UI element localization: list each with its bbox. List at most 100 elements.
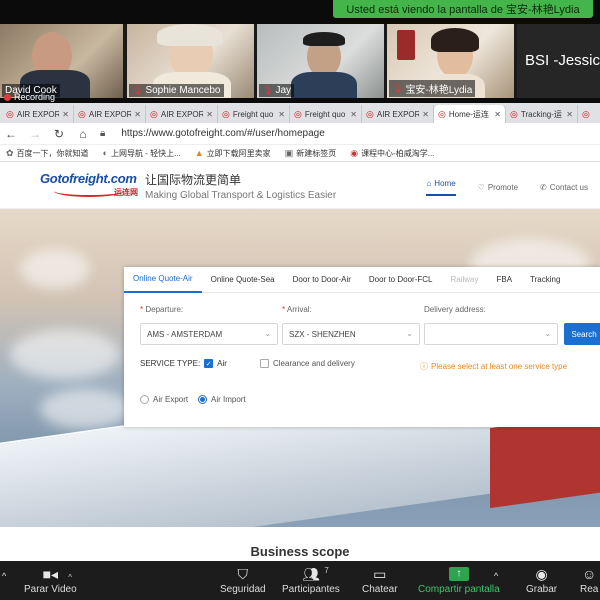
participants-icon: 👥︎ 7 — [302, 566, 329, 582]
video-camera-icon: ■◂ ^ — [43, 567, 72, 582]
quote-tab[interactable]: Tracking — [521, 267, 569, 293]
chevron-down-icon: ⌄ — [544, 329, 551, 338]
reactions-button[interactable]: ☺ Rea — [580, 567, 598, 595]
browser-tab[interactable]: ◎ Home-运连 ✕ — [434, 105, 506, 123]
caret-up-icon: ^ — [2, 571, 7, 581]
close-icon[interactable]: ✕ — [278, 110, 285, 119]
site-nav: ⌂ Home ♡ Promote ✆ Contact us — [426, 179, 588, 196]
chevron-down-icon: ⌄ — [264, 329, 271, 338]
search-button[interactable]: Search — [564, 323, 600, 345]
screen-share-banner[interactable]: Usted está viendo la pantalla de 宝安-林艳Ly… — [333, 0, 593, 18]
site-favicon-icon: ◎ — [78, 108, 86, 119]
share-caret[interactable]: ^ — [494, 569, 498, 583]
tab-strip: ◎ AIR EXPOR ✕ ◎ AIR EXPOR ✕ ◎ AIR EXPOR ✕ ◎ Freigh… — [0, 103, 600, 123]
browser-tab[interactable]: ◎ Tracking-运 ✕ — [506, 105, 578, 123]
bookmark-item[interactable]: ▣ 新建标签页 — [285, 148, 337, 159]
nav-promote[interactable]: ♡ Promote — [478, 179, 518, 196]
close-icon[interactable]: ✕ — [62, 110, 69, 119]
globe-icon: ◐ — [102, 148, 108, 158]
departure-label: * Departure: — [140, 305, 184, 314]
departure-select[interactable]: AMS - AMSTERDAM ⌄ — [140, 323, 278, 345]
lock-icon[interactable]: 🔒︎ — [100, 128, 105, 139]
chat-button[interactable]: ▭ Chatear — [362, 567, 398, 595]
browser-tab[interactable]: ◎ Freight quo ✕ — [218, 105, 290, 123]
reload-icon[interactable]: ↻ — [52, 127, 66, 141]
participants-button[interactable]: 👥︎ 7 Participantes — [282, 566, 340, 595]
browser-tab[interactable]: ◎ Freight quo ✕ — [290, 105, 362, 123]
air-import-option[interactable]: Air Import — [198, 395, 246, 404]
nav-contact[interactable]: ✆ Contact us — [540, 179, 588, 196]
browser-tab[interactable]: ◎✕ — [578, 105, 600, 123]
address-bar[interactable]: https://www.gotofreight.com/#/user/homep… — [121, 128, 324, 139]
muted-mic-icon: 🎙 — [392, 83, 404, 93]
share-screen-button[interactable]: ↑ Compartir pantalla — [418, 567, 500, 595]
video-tile[interactable]: David Cook — [0, 24, 123, 98]
browser-tab[interactable]: ◎ AIR EXPOR ✕ — [74, 105, 146, 123]
site-header: Gotofreight.com 运连网 让国际物流更简单 Making Glob… — [0, 162, 600, 209]
quote-tab[interactable]: FBA — [487, 267, 521, 293]
phone-icon: ✆ — [540, 183, 547, 192]
air-export-radio[interactable] — [140, 395, 149, 404]
security-button[interactable]: ⛉ Seguridad — [220, 567, 266, 595]
quote-tabs: Online Quote-Air Online Quote-Sea Door to … — [124, 267, 600, 293]
browser-tab[interactable]: ◎ AIR EXPOR ✕ — [362, 105, 434, 123]
close-icon[interactable]: ✕ — [566, 110, 573, 119]
clearance-checkbox[interactable] — [260, 359, 269, 368]
nav-home[interactable]: ⌂ Home — [426, 179, 456, 196]
bookmark-item[interactable]: ✿ 百度一下，你就知道 — [6, 148, 89, 159]
browser-toolbar: ← → ↻ ⌂ 🔒︎ https://www.gotofreight.com/#… — [0, 123, 600, 145]
delivery-address-select[interactable]: ⌄ — [424, 323, 558, 345]
air-import-radio[interactable] — [198, 395, 207, 404]
meeting-toolbar: ^ ■◂ ^ Parar Video ⛉ Seguridad 👥︎ 7 Participa… — [0, 561, 600, 600]
quote-tab[interactable]: Railway — [441, 267, 487, 293]
promote-icon: ♡ — [477, 183, 485, 192]
close-icon[interactable]: ✕ — [422, 110, 429, 119]
close-icon[interactable]: ✕ — [134, 110, 141, 119]
caret-up-icon: ^ — [68, 573, 73, 582]
site-favicon-icon: ◎ — [582, 108, 590, 119]
audio-caret[interactable]: ^ — [2, 569, 6, 583]
video-tile[interactable]: BSI -Jessic — [517, 24, 600, 98]
delivery-address-label: Delivery address: — [424, 305, 486, 314]
share-screen-icon: ↑ — [448, 567, 469, 581]
back-arrow-icon[interactable]: ← — [4, 127, 18, 141]
reaction-icon: ☺ — [582, 566, 597, 582]
quote-panel: Online Quote-Air Online Quote-Sea Door to … — [124, 267, 600, 427]
site-favicon-icon: ◎ — [150, 108, 158, 119]
participant-name-tag: 🎙 Jay — [259, 84, 294, 97]
bookmarks-bar: ✿ 百度一下，你就知道 ◐ 上网导航 - 轻快上... ▲ 立即下载阿里卖家 ▣ 新建标… — [0, 145, 600, 162]
close-icon[interactable]: ✕ — [206, 110, 213, 119]
stop-video-button[interactable]: ■◂ ^ Parar Video — [24, 567, 77, 595]
business-scope-heading: Business scope — [250, 544, 350, 559]
close-icon[interactable]: ✕ — [494, 110, 501, 119]
air-checkbox[interactable]: ✓ — [204, 359, 214, 368]
quote-tab[interactable]: Online Quote-Air — [124, 267, 202, 293]
browser-tab[interactable]: ◎ AIR EXPOR ✕ — [146, 105, 218, 123]
bookmark-item[interactable]: ◉ 课程中心-柏威淘学... — [350, 148, 434, 159]
air-export-option[interactable]: Air Export — [140, 395, 188, 404]
site-favicon-icon: ◎ — [294, 108, 302, 119]
caret-up-icon: ^ — [494, 571, 499, 581]
participant-name-tag: 🎙 Sophie Mancebo — [129, 84, 224, 97]
site-slogan: 让国际物流更简单 Making Global Transport & Logis… — [145, 173, 337, 201]
forward-arrow-icon[interactable]: → — [28, 127, 42, 141]
quote-tab[interactable]: Door to Door-FCL — [360, 267, 442, 293]
browser-tab[interactable]: ◎ AIR EXPOR ✕ — [2, 105, 74, 123]
video-tile[interactable]: 🎙 宝安-林艳Lydia — [387, 24, 514, 98]
service-type: SERVICE TYPE: ✓ Air — [140, 359, 227, 368]
clearance-option[interactable]: Clearance and delivery — [260, 359, 355, 368]
video-tile[interactable]: 🎙 Jay — [257, 24, 384, 98]
video-tile[interactable]: 🎙 Sophie Mancebo — [127, 24, 254, 98]
record-button[interactable]: ◉ Grabar — [526, 567, 557, 595]
quote-tab[interactable]: Door to Door-Air — [284, 267, 360, 293]
quote-tab[interactable]: Online Quote-Sea — [202, 267, 284, 293]
arrival-select[interactable]: SZX - SHENZHEN ⌄ — [282, 323, 420, 345]
course-icon: ◉ — [350, 147, 359, 158]
close-icon[interactable]: ✕ — [350, 110, 357, 119]
muted-mic-icon: 🎙 — [262, 85, 274, 95]
home-icon[interactable]: ⌂ — [76, 127, 90, 141]
recording-indicator[interactable]: Recording — [4, 92, 55, 102]
bookmark-item[interactable]: ▲ 立即下载阿里卖家 — [195, 148, 271, 159]
site-logo[interactable]: Gotofreight.com 运连网 — [40, 171, 138, 201]
bookmark-item[interactable]: ◐ 上网导航 - 轻快上... — [103, 148, 181, 159]
